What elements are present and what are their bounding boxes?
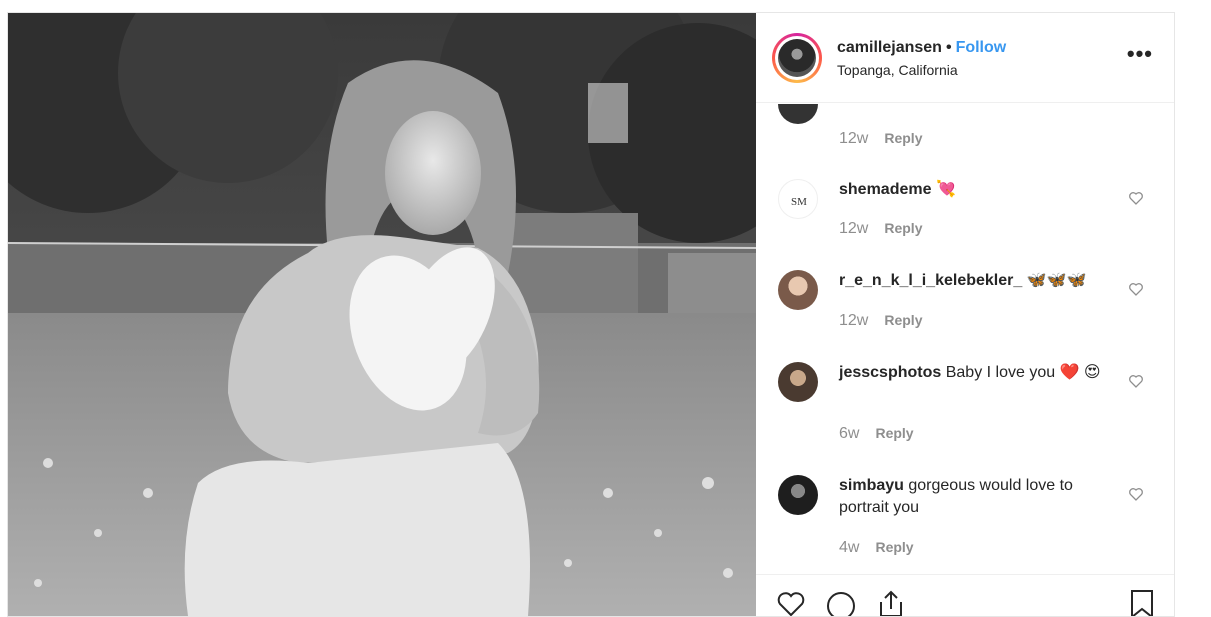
comment-meta: 12w Reply [839, 312, 922, 330]
comment-text: jesscsphotos Baby I love you ❤️ 😍 [839, 362, 1109, 384]
comment-heart-icon[interactable] [1128, 190, 1144, 206]
comment-text: shemademe 💘 [839, 179, 1109, 201]
comment-meta: 12w Reply [839, 130, 922, 148]
comment-username[interactable]: simbayu [839, 477, 904, 494]
comment-age[interactable]: 12w [839, 312, 868, 329]
commenter-avatar[interactable] [778, 270, 818, 310]
commenter-avatar[interactable] [778, 104, 818, 124]
comment-heart-icon[interactable] [1128, 486, 1144, 502]
heart-icon[interactable] [776, 591, 806, 617]
comment-heart-icon[interactable] [1128, 281, 1144, 297]
comment-body: 💘 [935, 181, 956, 198]
more-options-icon[interactable]: ••• [1127, 43, 1153, 65]
follow-button[interactable]: Follow [956, 39, 1007, 56]
comment-body: Baby I love you ❤️ 😍 [945, 364, 1101, 381]
comment-username[interactable]: jesscsphotos [839, 364, 941, 381]
comment-meta: 6w Reply [839, 425, 914, 443]
share-icon[interactable] [876, 589, 906, 617]
comment-meta: 12w Reply [839, 220, 922, 238]
post-actions-bar [756, 574, 1174, 617]
comment-username[interactable]: r_e_n_k_l_i_kelebekler_ [839, 272, 1022, 289]
post-side-panel: camillejansen • Follow Topanga, California… [756, 13, 1174, 617]
reply-button[interactable]: Reply [884, 220, 922, 236]
author-line: camillejansen • Follow [837, 39, 1006, 57]
comment-icon[interactable] [825, 591, 857, 617]
comment-meta: 4w Reply [839, 539, 914, 557]
post-container: camillejansen • Follow Topanga, California… [7, 12, 1175, 617]
post-location[interactable]: Topanga, California [837, 62, 958, 78]
commenter-avatar[interactable] [778, 475, 818, 515]
post-header: camillejansen • Follow Topanga, California… [756, 13, 1174, 103]
comment-username[interactable]: shemademe [839, 181, 932, 198]
reply-button[interactable]: Reply [875, 539, 913, 555]
author-username[interactable]: camillejansen [837, 39, 942, 56]
bookmark-icon[interactable] [1129, 589, 1155, 617]
photo-illustration [8, 13, 756, 616]
logo-icon: SM [791, 196, 807, 208]
comment-body: 🦋🦋🦋 [1026, 272, 1087, 289]
comments-list[interactable]: 12w Reply SM shemademe 💘 12w Reply r_e_n_k… [756, 104, 1174, 574]
reply-button[interactable]: Reply [875, 425, 913, 441]
svg-text:SM: SM [791, 196, 807, 208]
author-avatar[interactable] [772, 33, 822, 83]
commenter-avatar[interactable] [778, 362, 818, 402]
comment-text: r_e_n_k_l_i_kelebekler_ 🦋🦋🦋 [839, 270, 1109, 292]
comment-age[interactable]: 12w [839, 220, 868, 237]
reply-button[interactable]: Reply [884, 130, 922, 146]
post-photo[interactable] [8, 13, 756, 616]
commenter-avatar[interactable]: SM [778, 179, 818, 219]
comment-age[interactable]: 6w [839, 425, 859, 442]
comment-text: simbayu gorgeous would love to portrait … [839, 475, 1109, 519]
comment-heart-icon[interactable] [1128, 373, 1144, 389]
reply-button[interactable]: Reply [884, 312, 922, 328]
separator-dot: • [945, 39, 952, 56]
comment-age[interactable]: 4w [839, 539, 859, 556]
comment-age[interactable]: 12w [839, 130, 868, 147]
